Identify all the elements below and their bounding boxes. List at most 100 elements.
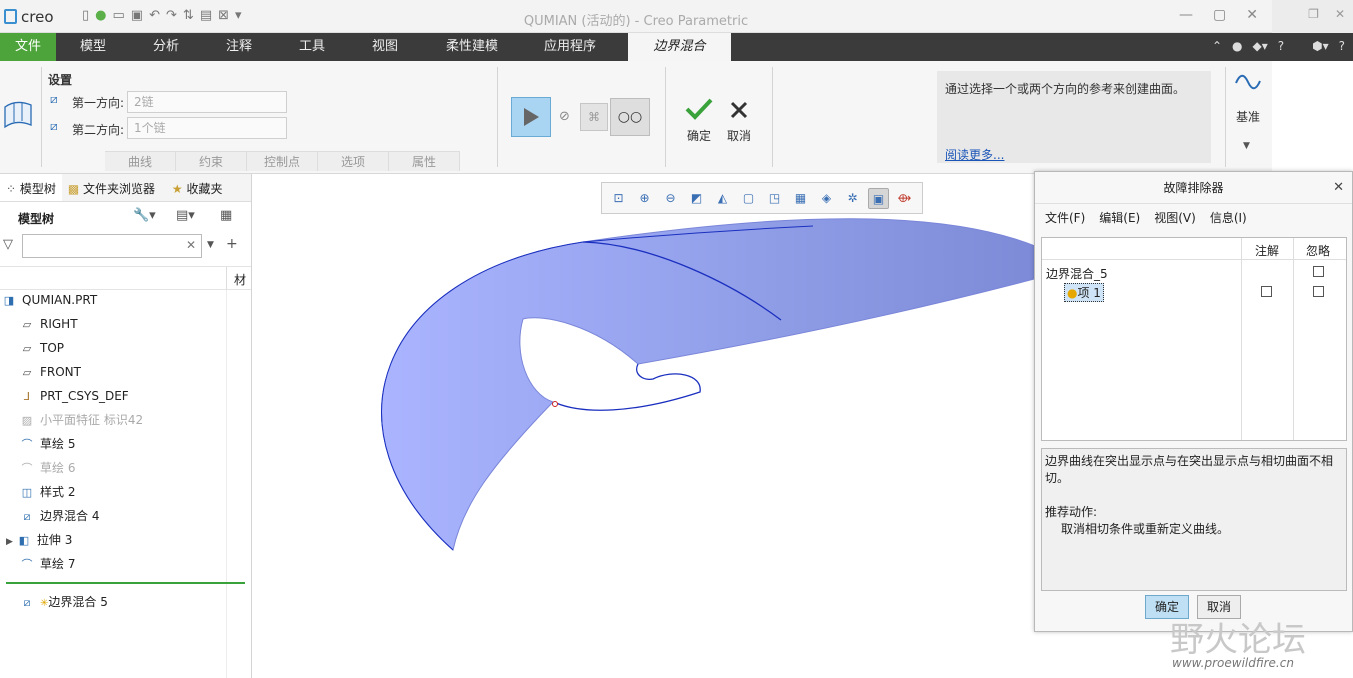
tree-filter-columns-icon[interactable]: ▦ [220, 208, 232, 223]
minimize-icon[interactable]: — [1179, 7, 1193, 23]
pause-resume-button[interactable] [511, 97, 551, 137]
tab-annotate[interactable]: 注释 [202, 33, 276, 61]
tree-item-part[interactable]: ◨ QUMIAN.PRT [2, 289, 97, 311]
boundary-blend-icon: ⧄ [23, 510, 31, 523]
tree-item-boundary-blend-5[interactable]: ⧄ ✳边界混合 5 [20, 591, 108, 613]
navigator-tabs: ⁘ 模型树 ▩ 文件夹浏览器 ★ 收藏夹 [0, 174, 251, 202]
subtab-options[interactable]: 选项 [318, 152, 389, 171]
cancel-x-icon[interactable] [729, 100, 749, 120]
datum-label[interactable]: 基准 [1236, 108, 1260, 125]
subtab-constraints[interactable]: 约束 [176, 152, 247, 171]
feature-row-label[interactable]: 边界混合_5 [1046, 265, 1108, 282]
verify-mode-button[interactable]: ⌘ [580, 103, 608, 131]
subtab-curves[interactable]: 曲线 [105, 152, 176, 171]
tree-item-style-2[interactable]: ◫ 样式 2 [20, 481, 76, 503]
help-icon[interactable]: ? [1278, 39, 1284, 53]
tab-applications[interactable]: 应用程序 [522, 33, 618, 61]
spin-center-icon[interactable]: ⟴ [894, 188, 915, 209]
tree-item-sketch-5[interactable]: ⌒ 草绘 5 [20, 433, 76, 455]
learning-icon[interactable]: ◆▾ [1252, 39, 1267, 53]
outer-close-icon[interactable]: ✕ [1335, 7, 1345, 21]
zoom-in-icon[interactable]: ⊕ [634, 188, 655, 209]
saved-orientations-icon[interactable]: ▢ [738, 188, 759, 209]
user-icon[interactable]: ● [1232, 39, 1242, 53]
favorites-icon: ★ [171, 182, 187, 196]
tree-item-right[interactable]: ▱ RIGHT [20, 313, 78, 335]
read-more-link[interactable]: 阅读更多... [945, 147, 1004, 164]
clear-search-icon[interactable]: ✕ [186, 238, 196, 252]
outer-settings-icon[interactable]: ⬢▾ [1312, 39, 1329, 53]
dialog-close-icon[interactable]: ✕ [1333, 180, 1344, 195]
model-tree-header: 模型树 [18, 212, 55, 226]
item-row[interactable]: ●项 1 [1064, 283, 1104, 302]
sketch-icon: ⌒ [21, 438, 33, 451]
view-manager-icon[interactable]: ◳ [764, 188, 785, 209]
preview-glasses-button[interactable]: ○○ [610, 98, 650, 136]
tab-analysis[interactable]: 分析 [130, 33, 202, 61]
menu-view[interactable]: 视图(V) [1154, 204, 1196, 232]
tab-file[interactable]: 文件 [0, 33, 56, 61]
zoom-out-icon[interactable]: ⊖ [660, 188, 681, 209]
no-preview-icon[interactable]: ⊘ [559, 109, 570, 124]
tree-search-input[interactable] [22, 234, 202, 258]
confirm-check-icon[interactable] [684, 97, 714, 121]
subtab-control-points[interactable]: 控制点 [247, 152, 318, 171]
feature-ignore-checkbox[interactable] [1313, 266, 1324, 277]
model-tree-panel: ⁘ 模型树 ▩ 文件夹浏览器 ★ 收藏夹 模型树 🔧▾ ▤▾ ▦ ▽ ✕ ▼ +… [0, 174, 252, 678]
perspective-icon[interactable]: ▦ [790, 188, 811, 209]
dashboard-subtabs: 曲线 约束 控制点 选项 属性 [105, 151, 460, 171]
tree-settings-icon[interactable]: 🔧▾ [133, 208, 156, 223]
menu-file[interactable]: 文件(F) [1045, 204, 1085, 232]
datum-display-icon[interactable]: ✲ [842, 188, 863, 209]
tab-folder-browser[interactable]: ▩ 文件夹浏览器 [62, 174, 166, 201]
datum-curve-icon[interactable] [1234, 69, 1262, 95]
tree-item-sketch-6[interactable]: ⌒ 草绘 6 [20, 457, 76, 479]
tab-tools[interactable]: 工具 [276, 33, 348, 61]
insert-indicator[interactable] [6, 582, 245, 584]
search-dropdown-icon[interactable]: ▼ [207, 240, 214, 250]
datum-dropdown-icon[interactable]: ▼ [1243, 141, 1250, 151]
tree-item-top[interactable]: ▱ TOP [20, 337, 64, 359]
tree-item-front[interactable]: ▱ FRONT [20, 361, 81, 383]
subtab-properties[interactable]: 属性 [389, 152, 460, 171]
restore-icon[interactable]: ❐ [1308, 7, 1319, 21]
extrude-icon: ◧ [18, 534, 30, 547]
refit-icon[interactable]: ⊡ [608, 188, 629, 209]
tab-view[interactable]: 视图 [348, 33, 422, 61]
tab-flexible-modeling[interactable]: 柔性建模 [422, 33, 522, 61]
annotation-display-icon[interactable]: ▣ [868, 187, 889, 209]
add-filter-icon[interactable]: + [226, 236, 238, 252]
tab-model-tree[interactable]: ⁘ 模型树 [0, 174, 62, 201]
watermark: 野火论坛 www.proewildfire.cn [1170, 612, 1353, 678]
watermark-text: 野火论坛 [1170, 620, 1306, 660]
confirm-label[interactable]: 确定 [687, 127, 711, 144]
tab-favorites[interactable]: ★ 收藏夹 [166, 174, 229, 201]
display-style-icon[interactable]: ◭ [712, 188, 733, 209]
cancel-label[interactable]: 取消 [727, 127, 751, 144]
maximize-icon[interactable]: ▢ [1213, 7, 1226, 23]
expand-arrow-icon[interactable]: ▶ [6, 537, 13, 547]
help-box: 通过选择一个或两个方向的参考来创建曲面。 阅读更多... [937, 71, 1211, 163]
ignore-column-header: 忽略 [1306, 244, 1331, 258]
outer-help-icon[interactable]: ? [1339, 39, 1345, 53]
tab-boundary-blend[interactable]: 边界混合 [628, 33, 731, 61]
menu-edit[interactable]: 编辑(E) [1099, 204, 1140, 232]
first-direction-collector[interactable]: 2链 [127, 91, 287, 113]
table-header [1042, 238, 1346, 260]
tab-model[interactable]: 模型 [56, 33, 130, 61]
tree-item-boundary-blend-4[interactable]: ⧄ 边界混合 4 [20, 505, 100, 527]
repaint-icon[interactable]: ◩ [686, 188, 707, 209]
item-note-checkbox[interactable] [1261, 286, 1272, 297]
item-ignore-checkbox[interactable] [1313, 286, 1324, 297]
tree-item-facet[interactable]: ▨ 小平面特征 标识42 [20, 409, 143, 431]
tree-show-icon[interactable]: ▤▾ [176, 208, 195, 223]
tree-item-sketch-7[interactable]: ⌒ 草绘 7 [20, 553, 76, 575]
second-direction-collector[interactable]: 1个链 [127, 117, 287, 139]
tree-item-csys[interactable]: ⅃ PRT_CSYS_DEF [20, 385, 129, 407]
collapse-ribbon-icon[interactable]: ⌃ [1212, 39, 1222, 53]
close-icon[interactable]: ✕ [1246, 7, 1258, 23]
tree-item-extrude-3[interactable]: ▶ ◧ 拉伸 3 [6, 529, 72, 551]
part-icon: ◨ [3, 294, 15, 307]
section-icon[interactable]: ◈ [816, 188, 837, 209]
menu-info[interactable]: 信息(I) [1210, 204, 1247, 232]
